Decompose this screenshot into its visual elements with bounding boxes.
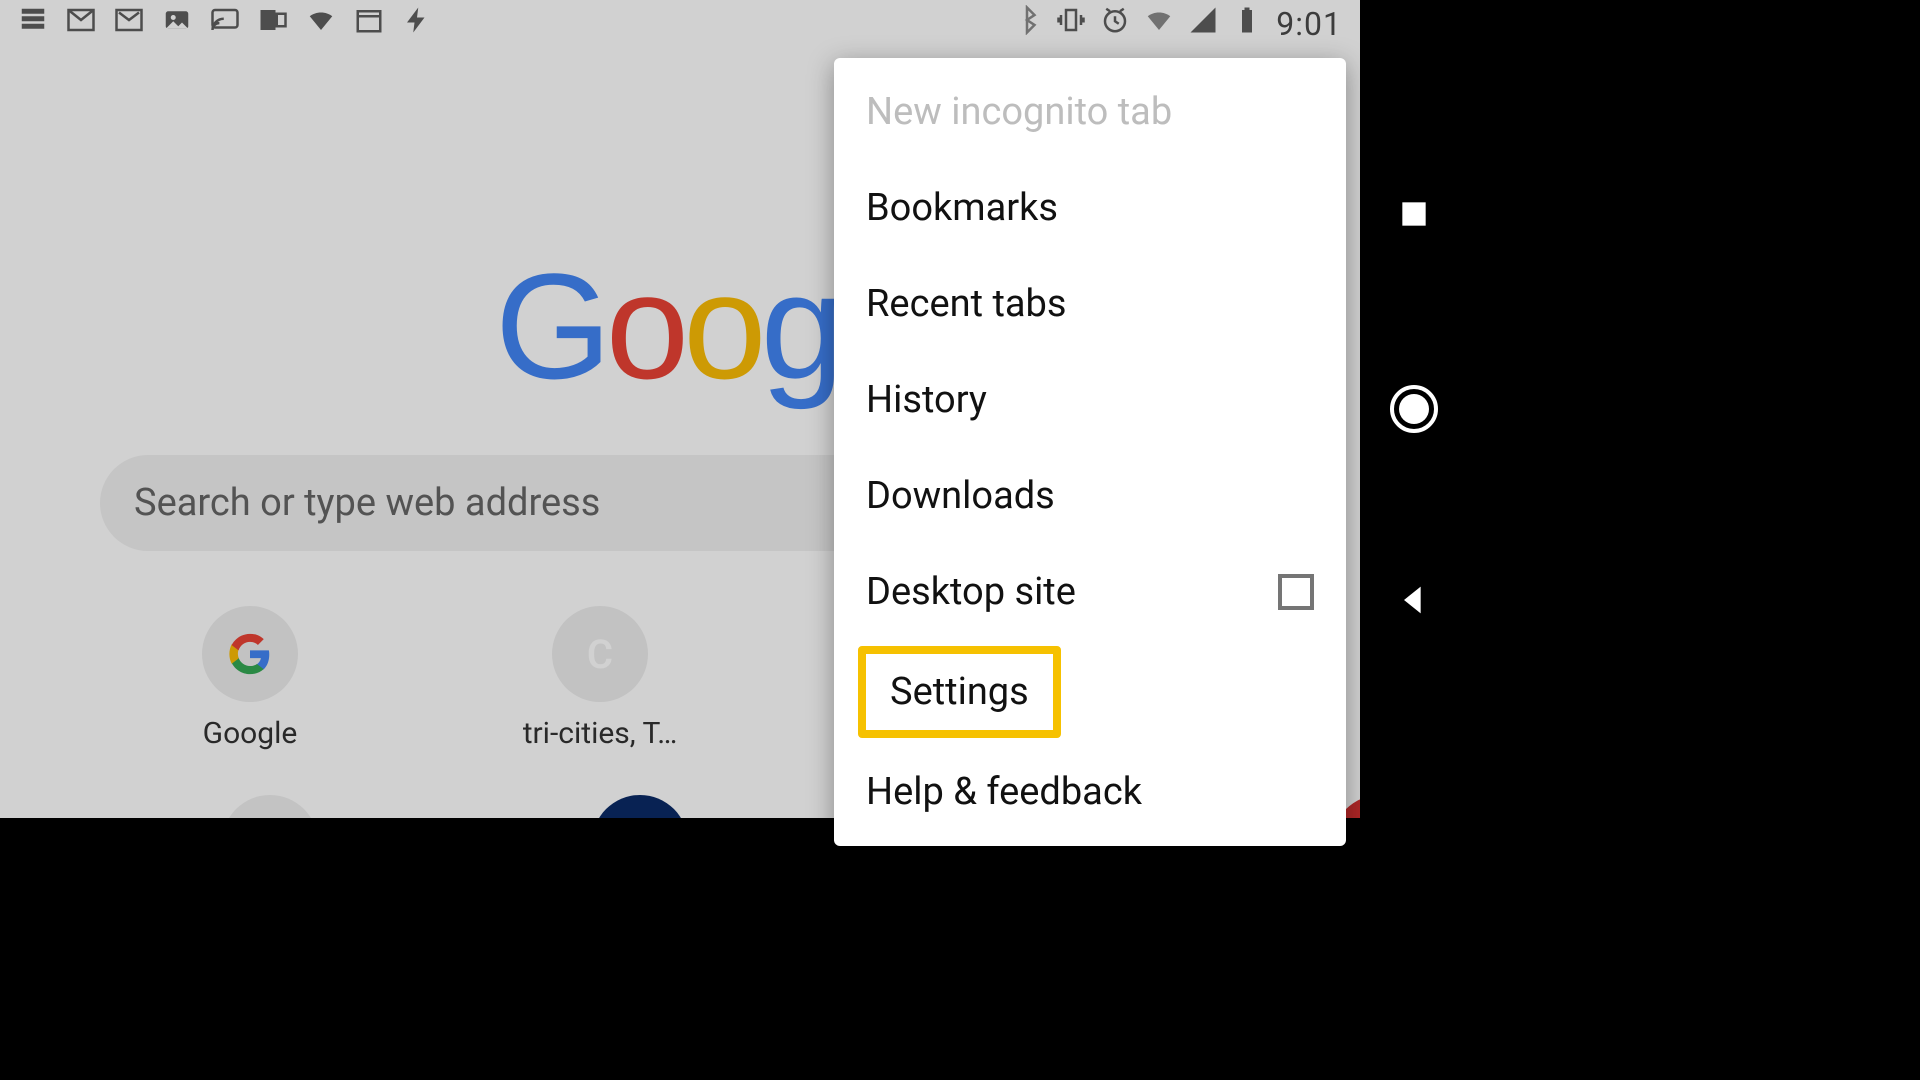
menu-item-label: Desktop site <box>866 570 1076 614</box>
menu-item-label: Recent tabs <box>866 282 1067 326</box>
menu-desktop-site[interactable]: Desktop site <box>834 544 1346 640</box>
device-screen: 9:01 Google Search or type web address G… <box>0 0 1360 818</box>
menu-item-label: History <box>866 378 987 422</box>
menu-help-feedback[interactable]: Help & feedback <box>834 744 1346 840</box>
menu-new-incognito-tab[interactable]: New incognito tab <box>834 64 1346 160</box>
menu-history[interactable]: History <box>834 352 1346 448</box>
checkbox-icon[interactable] <box>1278 574 1314 610</box>
recents-button[interactable] <box>1394 194 1434 238</box>
menu-settings[interactable]: Settings <box>858 646 1061 738</box>
back-button[interactable] <box>1394 580 1434 624</box>
menu-item-label: New incognito tab <box>866 90 1172 134</box>
menu-item-label: Settings <box>890 670 1029 714</box>
menu-item-label: Downloads <box>866 474 1055 518</box>
menu-downloads[interactable]: Downloads <box>834 448 1346 544</box>
menu-recent-tabs[interactable]: Recent tabs <box>834 256 1346 352</box>
overflow-menu: New incognito tab Bookmarks Recent tabs … <box>834 58 1346 846</box>
menu-item-label: Bookmarks <box>866 186 1058 230</box>
menu-bookmarks[interactable]: Bookmarks <box>834 160 1346 256</box>
android-nav-bar <box>1360 0 1468 818</box>
menu-item-label: Help & feedback <box>866 770 1142 814</box>
home-button[interactable] <box>1390 385 1438 433</box>
